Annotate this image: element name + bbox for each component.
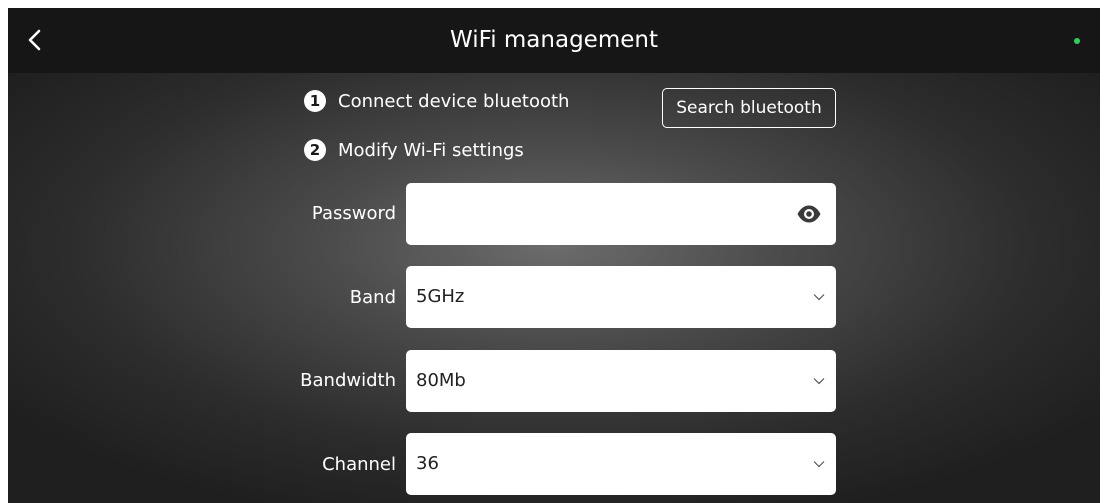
band-select[interactable]: 5GHz bbox=[406, 266, 836, 328]
step-connect-bluetooth: 1 Connect device bluetooth bbox=[304, 88, 569, 114]
wifi-management-screen: WiFi management 1 Connect device bluetoo… bbox=[8, 8, 1100, 503]
step-number-badge: 1 bbox=[304, 90, 326, 112]
chevron-down-icon bbox=[813, 294, 825, 301]
password-field[interactable] bbox=[406, 183, 836, 245]
step-label: Connect device bluetooth bbox=[338, 90, 570, 112]
page-title: WiFi management bbox=[450, 27, 658, 53]
band-label: Band bbox=[349, 287, 396, 308]
step-number-badge: 2 bbox=[304, 139, 326, 161]
channel-label: Channel bbox=[322, 454, 396, 475]
chevron-down-icon bbox=[813, 461, 825, 468]
chevron-down-icon bbox=[813, 378, 825, 385]
step-label: Modify Wi-Fi settings bbox=[338, 139, 524, 161]
step-modify-wifi: 2 Modify Wi-Fi settings bbox=[304, 137, 524, 163]
password-label: Password bbox=[311, 203, 396, 224]
header-bar: WiFi management bbox=[8, 8, 1100, 73]
bandwidth-select[interactable]: 80Mb bbox=[406, 350, 836, 412]
bandwidth-value: 80Mb bbox=[416, 370, 466, 391]
password-input[interactable] bbox=[416, 193, 776, 235]
channel-value: 36 bbox=[416, 453, 439, 474]
bandwidth-label: Bandwidth bbox=[300, 370, 396, 391]
channel-select[interactable]: 36 bbox=[406, 433, 836, 495]
band-value: 5GHz bbox=[416, 286, 465, 307]
search-bluetooth-button[interactable]: Search bluetooth bbox=[662, 88, 836, 128]
status-indicator bbox=[1074, 38, 1080, 44]
eye-icon[interactable] bbox=[796, 201, 822, 227]
